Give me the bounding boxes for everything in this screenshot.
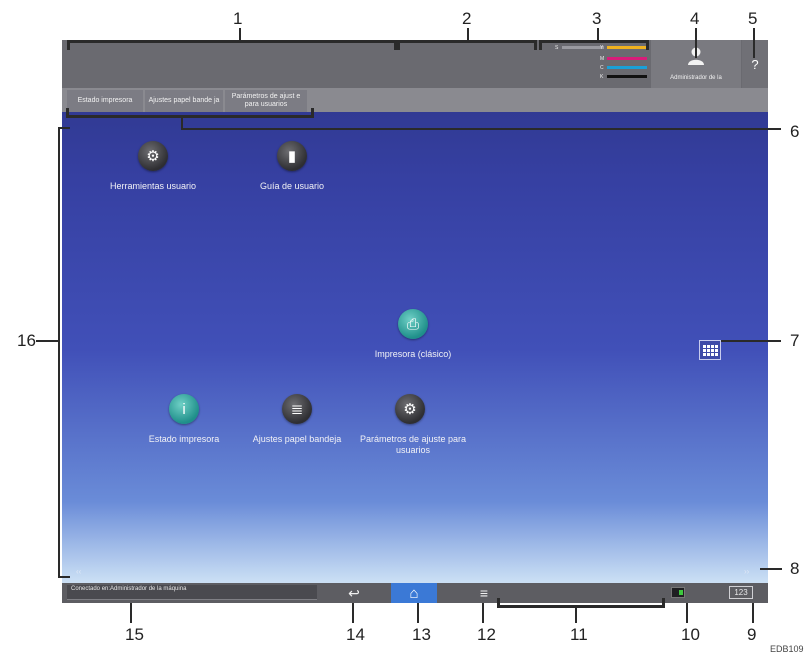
tab-label: Estado impresora [77,97,133,104]
leader-7 [721,340,781,342]
callout-12: 12 [477,625,496,644]
figure-code: EDB109 [770,644,804,654]
toner-bar-m [607,57,647,60]
counter-button[interactable]: 123 [729,586,753,599]
leader-15 [130,603,132,623]
callout-15: 15 [125,625,144,644]
app-label-impresora: Impresora (clásico) [374,349,452,359]
bracket-1 [67,40,397,50]
tab-label: Parámetros de ajust e para usuarios [231,93,301,108]
bracket-3 [539,40,649,50]
tab-label: Ajustes papel bande ja [148,97,220,104]
gears-icon[interactable]: ⚙ [138,141,168,171]
callout-7: 7 [790,331,800,350]
help-icon: ? [751,56,759,72]
info-icon[interactable]: i [169,394,199,424]
callout-14: 14 [346,625,365,644]
leader-12 [482,603,484,623]
book-icon[interactable]: ▮ [277,141,307,171]
app-label-parametros: Parámetros de ajuste para usuarios [359,434,467,455]
leader-14 [352,603,354,623]
leader-11 [575,607,577,623]
leader-13 [417,603,419,623]
leader-16-v [58,127,60,577]
leader-16-bot [58,576,70,578]
leader-8 [760,568,782,570]
leader-6-h [181,128,781,130]
printer-icon[interactable]: ⎙ [398,309,428,339]
callout-2: 2 [462,9,472,28]
callout-5: 5 [748,9,758,28]
menu-icon: ≡ [479,585,489,601]
callout-13: 13 [412,625,431,644]
callout-9: 9 [747,625,757,644]
callout-10: 10 [681,625,700,644]
leader-5 [753,28,755,58]
status-message-field[interactable]: Conectado en:Administrador de la máquina [67,585,317,600]
help-button[interactable]: ? [742,40,768,88]
scroll-left-icon[interactable]: ‹‹ [76,567,81,576]
application-list-button[interactable] [699,340,721,360]
app-label-ajustes: Ajustes papel bandeja [252,434,342,444]
home-button[interactable]: ⌂ [391,583,437,603]
bracket-11 [497,598,665,608]
toner-label-c: C [600,65,604,71]
back-icon: ↩ [348,584,360,601]
toner-label-m: M [600,56,605,62]
callout-6: 6 [790,122,800,141]
leader-16-h [36,340,58,342]
callout-8: 8 [790,559,800,578]
leader-9 [752,603,754,623]
user-settings-icon[interactable]: ⚙ [395,394,425,424]
toner-bar-k [607,75,647,78]
bracket-2 [397,40,537,50]
app-label-herramientas: Herramientas usuario [109,181,197,191]
callout-16: 16 [17,331,36,350]
toner-label-k: K [600,74,604,80]
callout-3: 3 [592,9,602,28]
leader-10 [686,603,688,623]
bracket-6 [66,108,314,118]
callout-4: 4 [690,9,700,28]
app-label-estado: Estado impresora [148,434,220,444]
app-label-guia: Guía de usuario [259,181,325,191]
back-button[interactable]: ↩ [334,583,374,603]
callout-1: 1 [233,9,243,28]
callout-11: 11 [570,625,588,644]
user-label: Administrador de la [670,75,722,81]
data-transmission-icon [671,587,685,598]
toner-bar-c [607,66,647,69]
device-screen: S Y M C K Administrador de la ? Estado i… [62,40,768,603]
leader-16-top [58,127,70,129]
tray-settings-icon[interactable]: ≣ [282,394,312,424]
home-icon: ⌂ [409,584,419,602]
leader-4 [695,28,697,58]
scroll-right-icon[interactable]: ›› [744,567,749,576]
